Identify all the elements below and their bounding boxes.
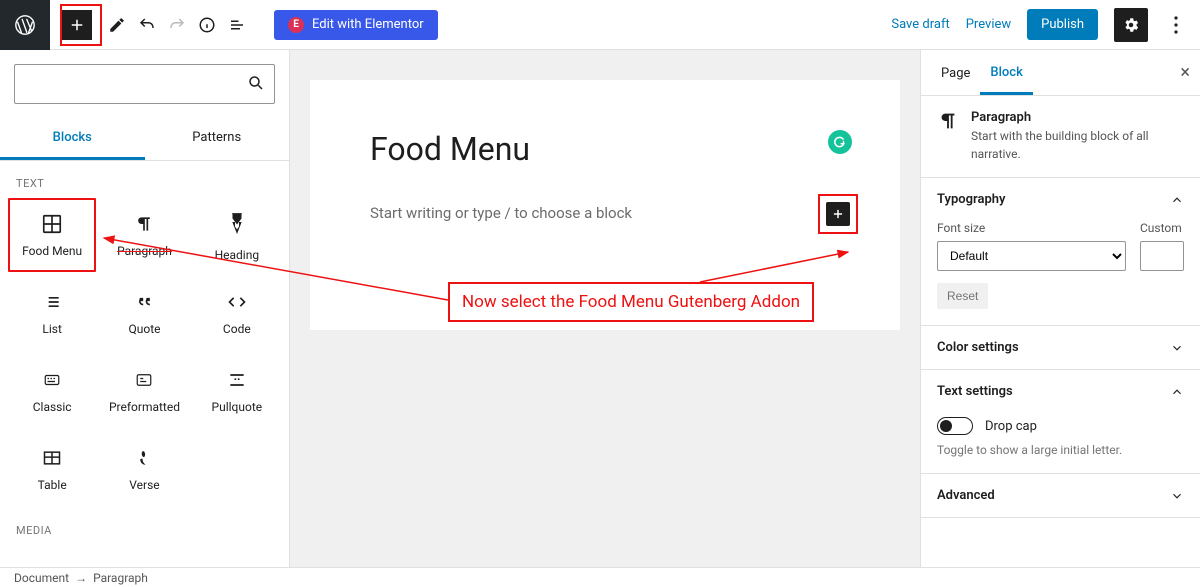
preformatted-icon [132,368,156,392]
page-title[interactable]: Food Menu [370,130,840,168]
pullquote-icon [225,368,249,392]
breadcrumb-separator: → [75,571,87,585]
grammarly-icon[interactable] [828,130,852,154]
breadcrumb-paragraph[interactable]: Paragraph [93,571,148,585]
block-food-menu[interactable]: Food Menu [6,196,98,274]
block-placeholder[interactable]: Start writing or type / to choose a bloc… [370,204,840,222]
redo-icon[interactable] [162,0,192,50]
elementor-button[interactable]: E Edit with Elementor [274,10,438,40]
paragraph-block-icon [937,110,959,163]
custom-label: Custom [1140,221,1184,235]
save-draft-link[interactable]: Save draft [891,17,949,32]
publish-button[interactable]: Publish [1027,9,1098,40]
block-list[interactable]: List [6,274,98,352]
tab-patterns[interactable]: Patterns [145,118,290,160]
chevron-down-icon [1170,489,1184,503]
inline-add-block-button[interactable] [826,202,850,226]
add-block-button[interactable] [62,10,92,40]
drop-cap-toggle[interactable] [937,417,973,435]
food-menu-icon [40,212,64,236]
edit-icon[interactable] [102,0,132,50]
block-code[interactable]: Code [191,274,283,352]
advanced-toggle[interactable]: Advanced [921,474,1200,517]
tab-page[interactable]: Page [931,52,980,93]
block-pullquote[interactable]: Pullquote [191,352,283,430]
chevron-up-icon [1170,193,1184,207]
settings-panel: Page Block × Paragraph Start with the bu… [920,50,1200,567]
quote-icon [132,290,156,314]
tab-block[interactable]: Block [980,51,1032,95]
block-inserter-panel: Blocks Patterns TEXT Food Menu Paragraph… [0,50,290,567]
search-input[interactable] [14,64,275,104]
block-heading[interactable]: Heading [191,196,283,274]
paragraph-icon [132,212,156,236]
tab-blocks[interactable]: Blocks [0,118,145,160]
settings-toggle-button[interactable] [1114,8,1148,42]
chevron-up-icon [1170,385,1184,399]
search-icon [247,74,265,92]
block-paragraph[interactable]: Paragraph [98,196,190,274]
page-card[interactable]: Food Menu Start writing or type / to cho… [310,80,900,330]
code-icon [225,290,249,314]
drop-cap-help: Toggle to show a large initial letter. [937,443,1184,457]
elementor-icon: E [288,17,304,33]
wordpress-logo[interactable] [0,0,50,50]
block-description: Start with the building block of all nar… [971,127,1184,163]
text-settings-toggle[interactable]: Text settings [921,370,1200,413]
heading-icon [225,216,249,240]
verse-icon [132,446,156,470]
block-preformatted[interactable]: Preformatted [98,352,190,430]
elementor-label: Edit with Elementor [312,17,424,32]
chevron-down-icon [1170,341,1184,355]
info-icon[interactable] [192,0,222,50]
reset-button[interactable]: Reset [937,283,988,309]
block-name: Paragraph [971,110,1184,125]
undo-icon[interactable] [132,0,162,50]
list-icon [40,290,64,314]
more-options-icon[interactable] [1164,8,1188,42]
block-quote[interactable]: Quote [98,274,190,352]
breadcrumb: Document → Paragraph [0,567,1200,587]
outline-icon[interactable] [222,0,252,50]
font-size-select[interactable]: Default [937,241,1126,271]
block-classic[interactable]: Classic [6,352,98,430]
block-verse[interactable]: Verse [98,430,190,508]
close-icon[interactable]: × [1180,62,1190,83]
category-media-label: MEDIA [0,508,289,543]
category-text-label: TEXT [0,161,289,196]
editor-canvas: Food Menu Start writing or type / to cho… [290,50,920,567]
preview-link[interactable]: Preview [966,17,1011,32]
table-icon [40,446,64,470]
typography-section-toggle[interactable]: Typography [921,178,1200,221]
custom-font-size-input[interactable] [1140,241,1184,271]
breadcrumb-document[interactable]: Document [14,571,69,585]
color-settings-toggle[interactable]: Color settings [921,326,1200,369]
block-table[interactable]: Table [6,430,98,508]
drop-cap-label: Drop cap [985,419,1037,434]
classic-icon [40,368,64,392]
font-size-label: Font size [937,221,1126,235]
